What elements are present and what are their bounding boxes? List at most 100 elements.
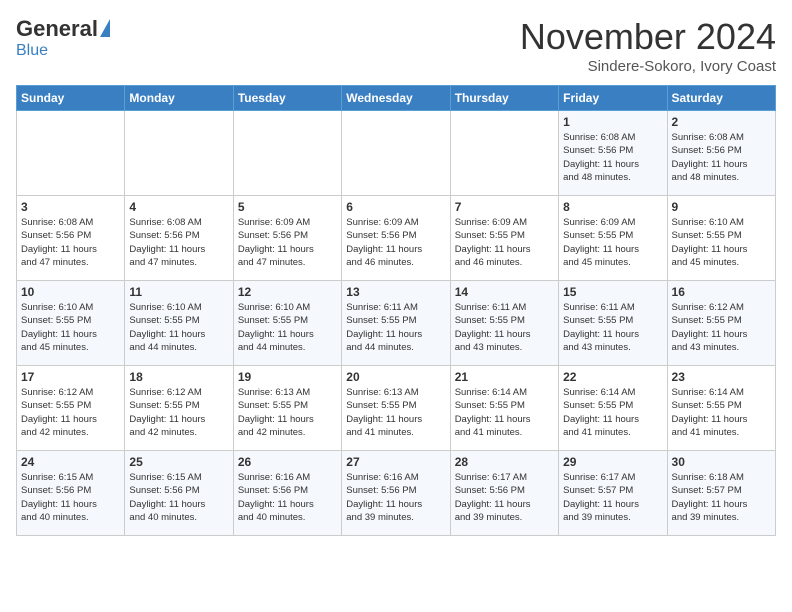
calendar-cell: 20 Sunrise: 6:13 AM Sunset: 5:55 PM Dayli… [342,366,450,451]
day-number: 1 [563,115,662,129]
column-header-saturday: Saturday [667,86,775,111]
day-info: Sunrise: 6:12 AM Sunset: 5:55 PM Dayligh… [21,386,120,439]
day-info: Sunrise: 6:16 AM Sunset: 5:56 PM Dayligh… [238,471,337,524]
calendar-cell: 5 Sunrise: 6:09 AM Sunset: 5:56 PM Daylig… [233,196,341,281]
column-header-wednesday: Wednesday [342,86,450,111]
day-number: 26 [238,455,337,469]
calendar-cell: 4 Sunrise: 6:08 AM Sunset: 5:56 PM Daylig… [125,196,233,281]
logo-triangle-icon [100,19,110,37]
day-number: 23 [672,370,771,384]
column-header-monday: Monday [125,86,233,111]
calendar-cell: 30 Sunrise: 6:18 AM Sunset: 5:57 PM Dayli… [667,451,775,536]
calendar-cell: 13 Sunrise: 6:11 AM Sunset: 5:55 PM Dayli… [342,281,450,366]
day-info: Sunrise: 6:08 AM Sunset: 5:56 PM Dayligh… [563,131,662,184]
day-info: Sunrise: 6:13 AM Sunset: 5:55 PM Dayligh… [238,386,337,439]
calendar-table: SundayMondayTuesdayWednesdayThursdayFrid… [16,85,776,536]
calendar-cell: 8 Sunrise: 6:09 AM Sunset: 5:55 PM Daylig… [559,196,667,281]
calendar-cell: 1 Sunrise: 6:08 AM Sunset: 5:56 PM Daylig… [559,111,667,196]
calendar-week-4: 17Sunrise: 6:12 AM Sunset: 5:55 PM Dayli… [17,366,776,451]
day-number: 15 [563,285,662,299]
day-number: 16 [672,285,771,299]
calendar-cell [233,111,341,196]
day-number: 24 [21,455,120,469]
day-number: 27 [346,455,445,469]
calendar-cell: 16 Sunrise: 6:12 AM Sunset: 5:55 PM Dayli… [667,281,775,366]
day-info: Sunrise: 6:17 AM Sunset: 5:56 PM Dayligh… [455,471,554,524]
day-info: Sunrise: 6:09 AM Sunset: 5:56 PM Dayligh… [238,216,337,269]
day-number: 22 [563,370,662,384]
calendar-cell: 19 Sunrise: 6:13 AM Sunset: 5:55 PM Dayli… [233,366,341,451]
day-info: Sunrise: 6:12 AM Sunset: 5:55 PM Dayligh… [672,301,771,354]
column-header-friday: Friday [559,86,667,111]
day-info: Sunrise: 6:09 AM Sunset: 5:55 PM Dayligh… [563,216,662,269]
day-number: 10 [21,285,120,299]
calendar-cell: 17Sunrise: 6:12 AM Sunset: 5:55 PM Dayli… [17,366,125,451]
day-info: Sunrise: 6:14 AM Sunset: 5:55 PM Dayligh… [563,386,662,439]
calendar-cell: 26 Sunrise: 6:16 AM Sunset: 5:56 PM Dayli… [233,451,341,536]
calendar-cell: 29 Sunrise: 6:17 AM Sunset: 5:57 PM Dayli… [559,451,667,536]
day-number: 7 [455,200,554,214]
calendar-cell: 6Sunrise: 6:09 AM Sunset: 5:56 PM Daylig… [342,196,450,281]
calendar-cell: 10 Sunrise: 6:10 AM Sunset: 5:55 PM Dayli… [17,281,125,366]
day-info: Sunrise: 6:10 AM Sunset: 5:55 PM Dayligh… [129,301,228,354]
day-info: Sunrise: 6:13 AM Sunset: 5:55 PM Dayligh… [346,386,445,439]
day-info: Sunrise: 6:11 AM Sunset: 5:55 PM Dayligh… [346,301,445,354]
day-number: 21 [455,370,554,384]
calendar-cell: 25Sunrise: 6:15 AM Sunset: 5:56 PM Dayli… [125,451,233,536]
day-info: Sunrise: 6:12 AM Sunset: 5:55 PM Dayligh… [129,386,228,439]
logo-general-text: General [16,16,98,42]
calendar-cell: 15 Sunrise: 6:11 AM Sunset: 5:55 PM Dayli… [559,281,667,366]
day-number: 8 [563,200,662,214]
day-info: Sunrise: 6:09 AM Sunset: 5:56 PM Dayligh… [346,216,445,269]
day-number: 28 [455,455,554,469]
calendar-header-row: SundayMondayTuesdayWednesdayThursdayFrid… [17,86,776,111]
calendar-cell: 7Sunrise: 6:09 AM Sunset: 5:55 PM Daylig… [450,196,558,281]
title-section: November 2024 Sindere-Sokoro, Ivory Coas… [520,16,776,75]
day-number: 13 [346,285,445,299]
day-number: 12 [238,285,337,299]
day-number: 25 [129,455,228,469]
calendar-cell: 28 Sunrise: 6:17 AM Sunset: 5:56 PM Dayli… [450,451,558,536]
day-number: 18 [129,370,228,384]
day-number: 14 [455,285,554,299]
calendar-cell [17,111,125,196]
calendar-cell: 23Sunrise: 6:14 AM Sunset: 5:55 PM Dayli… [667,366,775,451]
day-info: Sunrise: 6:10 AM Sunset: 5:55 PM Dayligh… [21,301,120,354]
calendar-week-3: 10 Sunrise: 6:10 AM Sunset: 5:55 PM Dayli… [17,281,776,366]
day-info: Sunrise: 6:08 AM Sunset: 5:56 PM Dayligh… [129,216,228,269]
month-title: November 2024 [520,16,776,58]
day-info: Sunrise: 6:18 AM Sunset: 5:57 PM Dayligh… [672,471,771,524]
day-info: Sunrise: 6:15 AM Sunset: 5:56 PM Dayligh… [21,471,120,524]
calendar-cell: 18 Sunrise: 6:12 AM Sunset: 5:55 PM Dayli… [125,366,233,451]
logo: General Blue [16,16,110,60]
calendar-cell [450,111,558,196]
day-number: 11 [129,285,228,299]
column-header-sunday: Sunday [17,86,125,111]
calendar-cell: 2Sunrise: 6:08 AM Sunset: 5:56 PM Daylig… [667,111,775,196]
day-info: Sunrise: 6:17 AM Sunset: 5:57 PM Dayligh… [563,471,662,524]
page-header: General Blue November 2024 Sindere-Sokor… [16,16,776,75]
day-number: 3 [21,200,120,214]
day-number: 29 [563,455,662,469]
day-info: Sunrise: 6:11 AM Sunset: 5:55 PM Dayligh… [563,301,662,354]
column-header-tuesday: Tuesday [233,86,341,111]
day-number: 19 [238,370,337,384]
location-subtitle: Sindere-Sokoro, Ivory Coast [520,58,776,75]
calendar-cell [342,111,450,196]
day-number: 4 [129,200,228,214]
calendar-cell: 24 Sunrise: 6:15 AM Sunset: 5:56 PM Dayli… [17,451,125,536]
day-info: Sunrise: 6:10 AM Sunset: 5:55 PM Dayligh… [238,301,337,354]
calendar-cell: 21Sunrise: 6:14 AM Sunset: 5:55 PM Dayli… [450,366,558,451]
calendar-cell: 11 Sunrise: 6:10 AM Sunset: 5:55 PM Dayli… [125,281,233,366]
day-number: 5 [238,200,337,214]
calendar-week-5: 24 Sunrise: 6:15 AM Sunset: 5:56 PM Dayli… [17,451,776,536]
logo-blue-text: Blue [16,42,48,60]
calendar-cell: 3Sunrise: 6:08 AM Sunset: 5:56 PM Daylig… [17,196,125,281]
day-number: 30 [672,455,771,469]
column-header-thursday: Thursday [450,86,558,111]
calendar-cell: 27Sunrise: 6:16 AM Sunset: 5:56 PM Dayli… [342,451,450,536]
day-number: 2 [672,115,771,129]
calendar-cell: 14Sunrise: 6:11 AM Sunset: 5:55 PM Dayli… [450,281,558,366]
day-number: 9 [672,200,771,214]
day-number: 20 [346,370,445,384]
